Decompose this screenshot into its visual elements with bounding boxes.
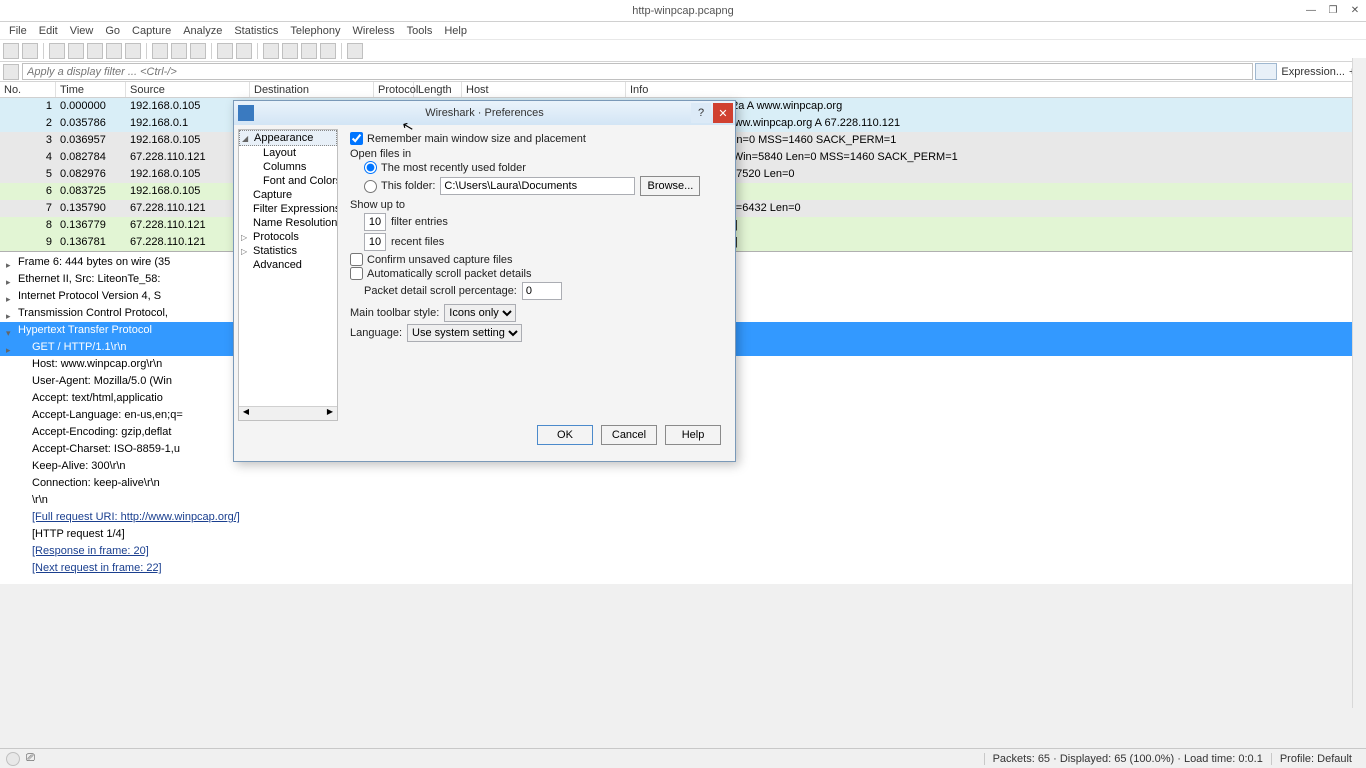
toolbar-btn-13[interactable] — [263, 43, 279, 59]
folder-path-input[interactable] — [440, 177, 635, 195]
menu-view[interactable]: View — [65, 24, 99, 38]
tree-protocols[interactable]: Protocols — [239, 230, 337, 244]
this-folder-radio[interactable]: This folder: — [364, 180, 435, 193]
preferences-tree[interactable]: Appearance Layout Columns Font and Color… — [238, 129, 338, 421]
col-host[interactable]: Host — [462, 82, 626, 97]
tree-font-colors[interactable]: Font and Colors — [239, 174, 337, 188]
preferences-content: Remember main window size and placement … — [342, 125, 735, 425]
detail-response-frame[interactable]: [Response in frame: 20] — [0, 543, 1366, 560]
toolbar-btn-7[interactable] — [125, 43, 141, 59]
vertical-scrollbar[interactable] — [1352, 58, 1366, 708]
remember-window-checkbox[interactable]: Remember main window size and placement — [350, 132, 727, 145]
menu-capture[interactable]: Capture — [127, 24, 176, 38]
expression-button[interactable]: Expression... — [1281, 66, 1345, 78]
browse-button[interactable]: Browse... — [640, 176, 700, 196]
maximize-button[interactable]: ❐ — [1322, 0, 1344, 20]
tree-scrollbar[interactable]: ◀ ▶ — [239, 406, 337, 420]
most-recent-radio[interactable]: The most recently used folder — [364, 161, 727, 174]
toolbar-btn-4[interactable] — [68, 43, 84, 59]
detail-full-uri[interactable]: [Full request URI: http://www.winpcap.or… — [0, 509, 1366, 526]
detail-crlf[interactable]: \r\n — [0, 492, 1366, 509]
tree-appearance[interactable]: Appearance — [239, 130, 337, 146]
dialog-title: Wireshark · Preferences — [425, 107, 544, 119]
preferences-dialog: Wireshark · Preferences ? ✕ Appearance L… — [233, 100, 736, 462]
toolbar-btn-5[interactable] — [87, 43, 103, 59]
toolbar-btn-17[interactable] — [347, 43, 363, 59]
col-no[interactable]: No. — [0, 82, 56, 97]
dialog-close-icon[interactable]: ✕ — [713, 103, 733, 123]
col-destination[interactable]: Destination — [250, 82, 374, 97]
tree-capture[interactable]: Capture — [239, 188, 337, 202]
recent-files-input[interactable] — [364, 233, 386, 251]
dialog-title-bar[interactable]: Wireshark · Preferences ? ✕ — [234, 101, 735, 125]
help-button[interactable]: Help — [665, 425, 721, 445]
detail-connection[interactable]: Connection: keep-alive\r\n — [0, 475, 1366, 492]
col-source[interactable]: Source — [126, 82, 250, 97]
window-title: http-winpcap.pcapng — [632, 5, 734, 17]
toolbar-btn-16[interactable] — [320, 43, 336, 59]
dialog-help-icon[interactable]: ? — [691, 103, 711, 123]
tree-layout[interactable]: Layout — [239, 146, 337, 160]
main-menu-bar: File Edit View Go Capture Analyze Statis… — [0, 22, 1366, 40]
menu-analyze[interactable]: Analyze — [178, 24, 227, 38]
scroll-left-icon[interactable]: ◀ — [239, 407, 253, 420]
filter-bookmark-icon[interactable] — [3, 64, 19, 80]
main-toolbar — [0, 40, 1366, 62]
menu-tools[interactable]: Tools — [402, 24, 438, 38]
ok-button[interactable]: OK — [537, 425, 593, 445]
confirm-unsaved-checkbox[interactable]: Confirm unsaved capture files — [350, 253, 727, 266]
filter-dropdown-button[interactable] — [1255, 63, 1277, 80]
window-title-bar: http-winpcap.pcapng — ❐ ✕ — [0, 0, 1366, 22]
toolbar-btn-2[interactable] — [22, 43, 38, 59]
minimize-button[interactable]: — — [1300, 0, 1322, 20]
toolbar-btn-1[interactable] — [3, 43, 19, 59]
menu-wireless[interactable]: Wireless — [348, 24, 400, 38]
tree-columns[interactable]: Columns — [239, 160, 337, 174]
scroll-percentage-input[interactable] — [522, 282, 562, 300]
scroll-right-icon[interactable]: ▶ — [323, 407, 337, 420]
show-up-to-label: Show up to — [350, 199, 727, 211]
filter-entries-input[interactable] — [364, 213, 386, 231]
display-filter-input[interactable] — [22, 63, 1253, 80]
menu-edit[interactable]: Edit — [34, 24, 63, 38]
status-bar: ⎚ Packets: 65 · Displayed: 65 (100.0%) ·… — [0, 748, 1366, 768]
cancel-button[interactable]: Cancel — [601, 425, 657, 445]
language-select[interactable]: Use system setting — [407, 324, 522, 342]
col-protocol[interactable]: Protocol — [374, 82, 414, 97]
menu-help[interactable]: Help — [439, 24, 472, 38]
toolbar-btn-12[interactable] — [236, 43, 252, 59]
toolbar-btn-14[interactable] — [282, 43, 298, 59]
menu-go[interactable]: Go — [100, 24, 125, 38]
detail-next-request[interactable]: [Next request in frame: 22] — [0, 560, 1366, 577]
menu-telephony[interactable]: Telephony — [285, 24, 345, 38]
close-button[interactable]: ✕ — [1344, 0, 1366, 20]
toolbar-btn-6[interactable] — [106, 43, 122, 59]
toolbar-btn-15[interactable] — [301, 43, 317, 59]
col-info[interactable]: Info — [626, 82, 1366, 97]
tree-name-resolution[interactable]: Name Resolution — [239, 216, 337, 230]
menu-statistics[interactable]: Statistics — [229, 24, 283, 38]
tree-statistics[interactable]: Statistics — [239, 244, 337, 258]
status-profile[interactable]: Profile: Default — [1271, 753, 1360, 765]
auto-scroll-checkbox[interactable]: Automatically scroll packet details — [350, 267, 727, 280]
col-length[interactable]: Length — [414, 82, 462, 97]
packet-list-header: No. Time Source Destination Protocol Len… — [0, 82, 1366, 98]
wireshark-icon — [238, 105, 254, 121]
tree-filter-expressions[interactable]: Filter Expressions — [239, 202, 337, 216]
display-filter-bar: Expression... + — [0, 62, 1366, 82]
status-capture-icon[interactable]: ⎚ — [26, 752, 40, 765]
toolbar-style-select[interactable]: Icons only — [444, 304, 516, 322]
toolbar-btn-8[interactable] — [152, 43, 168, 59]
status-packets: Packets: 65 · Displayed: 65 (100.0%) · L… — [984, 753, 1271, 765]
col-time[interactable]: Time — [56, 82, 126, 97]
toolbar-btn-10[interactable] — [190, 43, 206, 59]
toolbar-btn-3[interactable] — [49, 43, 65, 59]
status-expert-icon[interactable] — [6, 752, 20, 766]
toolbar-btn-11[interactable] — [217, 43, 233, 59]
open-files-in-label: Open files in — [350, 148, 727, 160]
menu-file[interactable]: File — [4, 24, 32, 38]
detail-http-request[interactable]: [HTTP request 1/4] — [0, 526, 1366, 543]
tree-advanced[interactable]: Advanced — [239, 258, 337, 272]
toolbar-btn-9[interactable] — [171, 43, 187, 59]
